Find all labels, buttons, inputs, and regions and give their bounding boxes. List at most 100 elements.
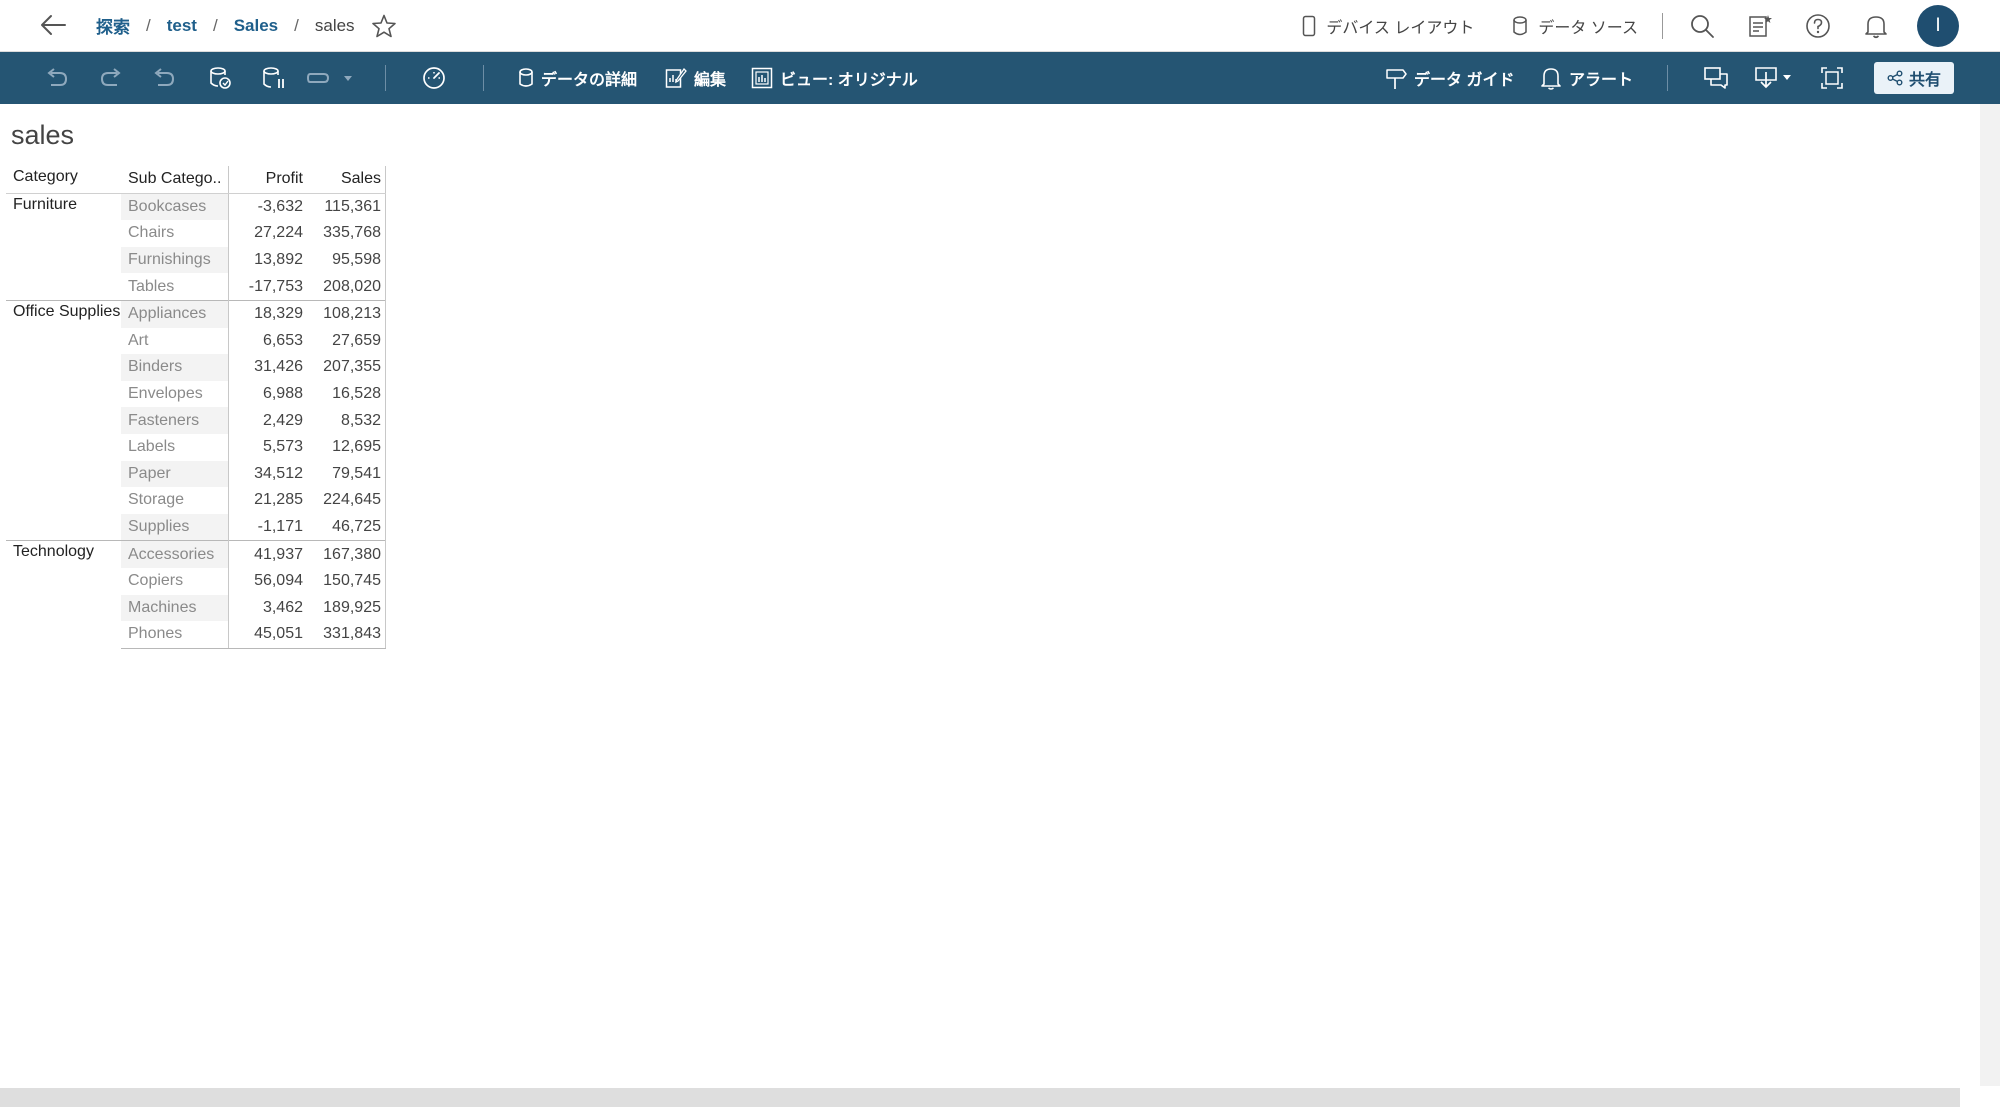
sales-cell[interactable]: 150,745 <box>311 567 386 595</box>
sub-category-cell[interactable]: Supplies <box>121 513 229 541</box>
back-arrow-icon[interactable] <box>38 12 68 38</box>
profit-cell[interactable]: 45,051 <box>228 621 311 649</box>
notifications-bell-icon[interactable] <box>1861 11 1891 41</box>
sales-cell[interactable]: 207,355 <box>311 354 386 381</box>
sub-category-cell[interactable]: Tables <box>121 273 229 301</box>
profit-cell[interactable]: 56,094 <box>228 567 311 595</box>
alert-button[interactable]: アラート <box>1540 52 1633 104</box>
sub-category-cell[interactable]: Fasteners <box>121 407 229 434</box>
breadcrumb-sales-workbook[interactable]: Sales <box>234 16 278 36</box>
table-header-row: Category Sub Catego.. Profit Sales <box>6 166 386 194</box>
category-cell[interactable]: Furniture <box>6 192 121 301</box>
sub-category-cell[interactable]: Binders <box>121 354 229 381</box>
profit-cell[interactable]: 3,462 <box>228 594 311 622</box>
sales-cell[interactable]: 224,645 <box>311 487 386 514</box>
table-row[interactable]: Office Supplies Appliances 18,329 108,21… <box>6 299 386 541</box>
view-original-label: ビュー: オリジナル <box>780 72 918 89</box>
profit-cell[interactable]: -1,171 <box>228 513 311 541</box>
sub-category-cell[interactable]: Art <box>121 327 229 355</box>
profit-cell[interactable]: 5,573 <box>228 433 311 461</box>
profit-cell[interactable]: 2,429 <box>228 407 311 434</box>
sub-category-cell[interactable]: Chairs <box>121 220 229 247</box>
fullscreen-icon[interactable] <box>1820 52 1844 104</box>
sub-category-cell[interactable]: Bookcases <box>121 192 229 221</box>
profit-cell[interactable]: 6,988 <box>228 380 311 408</box>
profit-cell[interactable]: 21,285 <box>228 487 311 514</box>
vertical-scrollbar[interactable] <box>1980 104 2000 1086</box>
sub-category-cell[interactable]: Machines <box>121 594 229 622</box>
column-header-sales[interactable]: Sales <box>311 166 386 194</box>
sub-category-cell[interactable]: Storage <box>121 487 229 514</box>
help-icon[interactable] <box>1803 11 1833 41</box>
sales-cell[interactable]: 115,361 <box>311 192 386 221</box>
data-source-button[interactable]: データ ソース <box>1512 14 1638 38</box>
sub-category-cell[interactable]: Furnishings <box>121 246 229 274</box>
sales-cell[interactable]: 79,541 <box>311 460 386 488</box>
revert-icon[interactable] <box>151 52 177 104</box>
signpost-icon <box>1386 69 1407 89</box>
horizontal-scrollbar[interactable] <box>0 1088 1960 1107</box>
device-layout-button[interactable]: デバイス レイアウト <box>1302 14 1474 38</box>
recents-list-icon[interactable] <box>1745 11 1775 41</box>
category-cell[interactable]: Technology <box>6 540 121 649</box>
column-header-category[interactable]: Category <box>6 166 121 194</box>
breadcrumb-explore[interactable]: 探索 <box>96 13 130 38</box>
category-cell[interactable]: Office Supplies <box>6 299 121 541</box>
table-row[interactable]: Furniture Bookcases -3,632 115,361 <box>6 192 386 301</box>
sub-category-cell[interactable]: Copiers <box>121 567 229 595</box>
device-layout-label: デバイス レイアウト <box>1326 19 1475 37</box>
sales-cell[interactable]: 335,768 <box>311 220 386 247</box>
profit-cell[interactable]: 34,512 <box>228 460 311 488</box>
sub-category-cell[interactable]: Labels <box>121 433 229 461</box>
favorite-star-icon[interactable] <box>371 13 397 39</box>
comments-icon[interactable] <box>1703 52 1729 104</box>
refresh-data-icon[interactable] <box>208 52 232 104</box>
profit-cell[interactable]: 6,653 <box>228 327 311 355</box>
sub-category-cell[interactable]: Paper <box>121 460 229 488</box>
profit-cell[interactable]: 41,937 <box>228 540 311 568</box>
share-label: 共有 <box>1908 72 1941 89</box>
profit-cell[interactable]: 31,426 <box>228 354 311 381</box>
share-button[interactable]: 共有 <box>1874 62 1954 94</box>
profit-cell[interactable]: -3,632 <box>228 192 311 221</box>
toolbar-divider <box>1667 65 1668 91</box>
column-header-profit[interactable]: Profit <box>228 166 311 194</box>
edit-label: 編集 <box>694 72 727 89</box>
performance-gauge-icon[interactable] <box>421 52 447 104</box>
user-avatar[interactable]: I <box>1917 4 1959 47</box>
toolbar-divider <box>483 65 484 91</box>
search-icon[interactable] <box>1687 11 1717 41</box>
view-original-button[interactable]: ビュー: オリジナル <box>751 52 918 104</box>
data-details-button[interactable]: データの詳細 <box>518 52 637 104</box>
undo-icon[interactable] <box>44 52 70 104</box>
sales-cell[interactable]: 108,213 <box>311 299 386 328</box>
download-icon[interactable] <box>1754 52 1794 104</box>
replay-animation-icon[interactable] <box>306 52 354 104</box>
column-header-sub-category[interactable]: Sub Catego.. <box>121 166 229 194</box>
sales-cell[interactable]: 208,020 <box>311 273 386 301</box>
profit-cell[interactable]: 27,224 <box>228 220 311 247</box>
redo-icon[interactable] <box>98 52 124 104</box>
profit-cell[interactable]: 13,892 <box>228 246 311 274</box>
sub-category-cell[interactable]: Accessories <box>121 540 229 568</box>
table-row[interactable]: Technology Accessories 41,937 167,380 <box>6 540 386 649</box>
profit-cell[interactable]: 18,329 <box>228 299 311 328</box>
sub-category-cell[interactable]: Envelopes <box>121 380 229 408</box>
sales-cell[interactable]: 95,598 <box>311 246 386 274</box>
sub-category-cell[interactable]: Phones <box>121 621 229 649</box>
data-guide-button[interactable]: データ ガイド <box>1385 52 1514 104</box>
sales-cell[interactable]: 8,532 <box>311 407 386 434</box>
pause-updates-icon[interactable] <box>262 52 286 104</box>
breadcrumb-test[interactable]: test <box>167 16 197 36</box>
sales-cell[interactable]: 27,659 <box>311 327 386 355</box>
tablet-icon <box>1303 15 1316 36</box>
sales-cell[interactable]: 331,843 <box>311 621 386 649</box>
profit-cell[interactable]: -17,753 <box>228 273 311 301</box>
sales-cell[interactable]: 46,725 <box>311 513 386 541</box>
sales-cell[interactable]: 189,925 <box>311 594 386 622</box>
edit-button[interactable]: 編集 <box>665 52 726 104</box>
sales-cell[interactable]: 167,380 <box>311 540 386 568</box>
sales-cell[interactable]: 16,528 <box>311 380 386 408</box>
sub-category-cell[interactable]: Appliances <box>121 299 229 328</box>
sales-cell[interactable]: 12,695 <box>311 433 386 461</box>
